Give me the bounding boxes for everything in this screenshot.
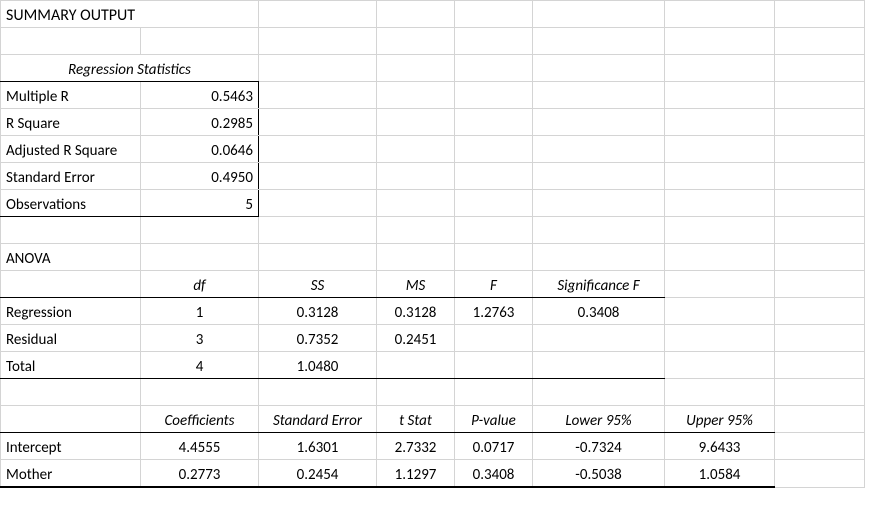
coef-mother-t: 1.1297 [377,460,455,488]
anova-total-ss: 1.0480 [259,352,377,379]
coef-col-coef: Coefficients [141,406,259,433]
anova-regression-df: 1 [141,298,259,325]
r-square-value: 0.2985 [141,109,259,136]
coef-mother-lo: -0.5038 [533,460,665,488]
coef-col-p: P-value [455,406,533,433]
anova-regression-sigf: 0.3408 [533,298,665,325]
coef-intercept-lo: -0.7324 [533,433,665,460]
adj-r-square-label: Adjusted R Square [1,136,141,163]
coef-col-hi: Upper 95% [665,406,775,433]
adj-r-square-row: Adjusted R Square 0.0646 [1,136,865,163]
coef-intercept-t: 2.7332 [377,433,455,460]
coef-intercept-se: 1.6301 [259,433,377,460]
coef-mother-label: Mother [1,460,141,488]
anova-residual-df: 3 [141,325,259,352]
coef-col-se: Standard Error [259,406,377,433]
anova-title-row: ANOVA [1,244,865,271]
multiple-r-value: 0.5463 [141,82,259,109]
adj-r-square-value: 0.0646 [141,136,259,163]
anova-residual-ss: 0.7352 [259,325,377,352]
coef-mother-se: 0.2454 [259,460,377,488]
r-square-label: R Square [1,109,141,136]
anova-residual-ms: 0.2451 [377,325,455,352]
coef-intercept-label: Intercept [1,433,141,460]
anova-total-row: Total 4 1.0480 [1,352,865,379]
observations-value: 5 [141,190,259,217]
anova-regression-f: 1.2763 [455,298,533,325]
multiple-r-row: Multiple R 0.5463 [1,82,865,109]
coef-mother-coef: 0.2773 [141,460,259,488]
coef-intercept-row: Intercept 4.4555 1.6301 2.7332 0.0717 -0… [1,433,865,460]
coef-mother-hi: 1.0584 [665,460,775,488]
anova-regression-row: Regression 1 0.3128 0.3128 1.2763 0.3408 [1,298,865,325]
anova-regression-label: Regression [1,298,141,325]
anova-col-f: F [455,271,533,298]
anova-col-df: df [141,271,259,298]
coef-mother-p: 0.3408 [455,460,533,488]
std-error-row: Standard Error 0.4950 [1,163,865,190]
coef-mother-row: Mother 0.2773 0.2454 1.1297 0.3408 -0.50… [1,460,865,488]
anova-col-ss: SS [259,271,377,298]
coef-intercept-p: 0.0717 [455,433,533,460]
r-square-row: R Square 0.2985 [1,109,865,136]
coef-col-t: t Stat [377,406,455,433]
anova-regression-ms: 0.3128 [377,298,455,325]
summary-output-title: SUMMARY OUTPUT [1,1,259,28]
anova-title: ANOVA [1,244,141,271]
title-row: SUMMARY OUTPUT [1,1,865,28]
anova-residual-label: Residual [1,325,141,352]
anova-residual-row: Residual 3 0.7352 0.2451 [1,325,865,352]
coef-header-row: Coefficients Standard Error t Stat P-val… [1,406,865,433]
regression-output-table: SUMMARY OUTPUT Regression Statistics Mul… [0,0,865,488]
coef-intercept-hi: 9.6433 [665,433,775,460]
anova-col-sigf: Significance F [533,271,665,298]
anova-regression-ss: 0.3128 [259,298,377,325]
reg-stats-header: Regression Statistics [1,55,259,82]
std-error-value: 0.4950 [141,163,259,190]
anova-total-label: Total [1,352,141,379]
anova-col-ms: MS [377,271,455,298]
std-error-label: Standard Error [1,163,141,190]
multiple-r-label: Multiple R [1,82,141,109]
observations-label: Observations [1,190,141,217]
coef-col-lo: Lower 95% [533,406,665,433]
observations-row: Observations 5 [1,190,865,217]
anova-header-row: df SS MS F Significance F [1,271,865,298]
coef-intercept-coef: 4.4555 [141,433,259,460]
reg-stats-header-row: Regression Statistics [1,55,865,82]
anova-total-df: 4 [141,352,259,379]
